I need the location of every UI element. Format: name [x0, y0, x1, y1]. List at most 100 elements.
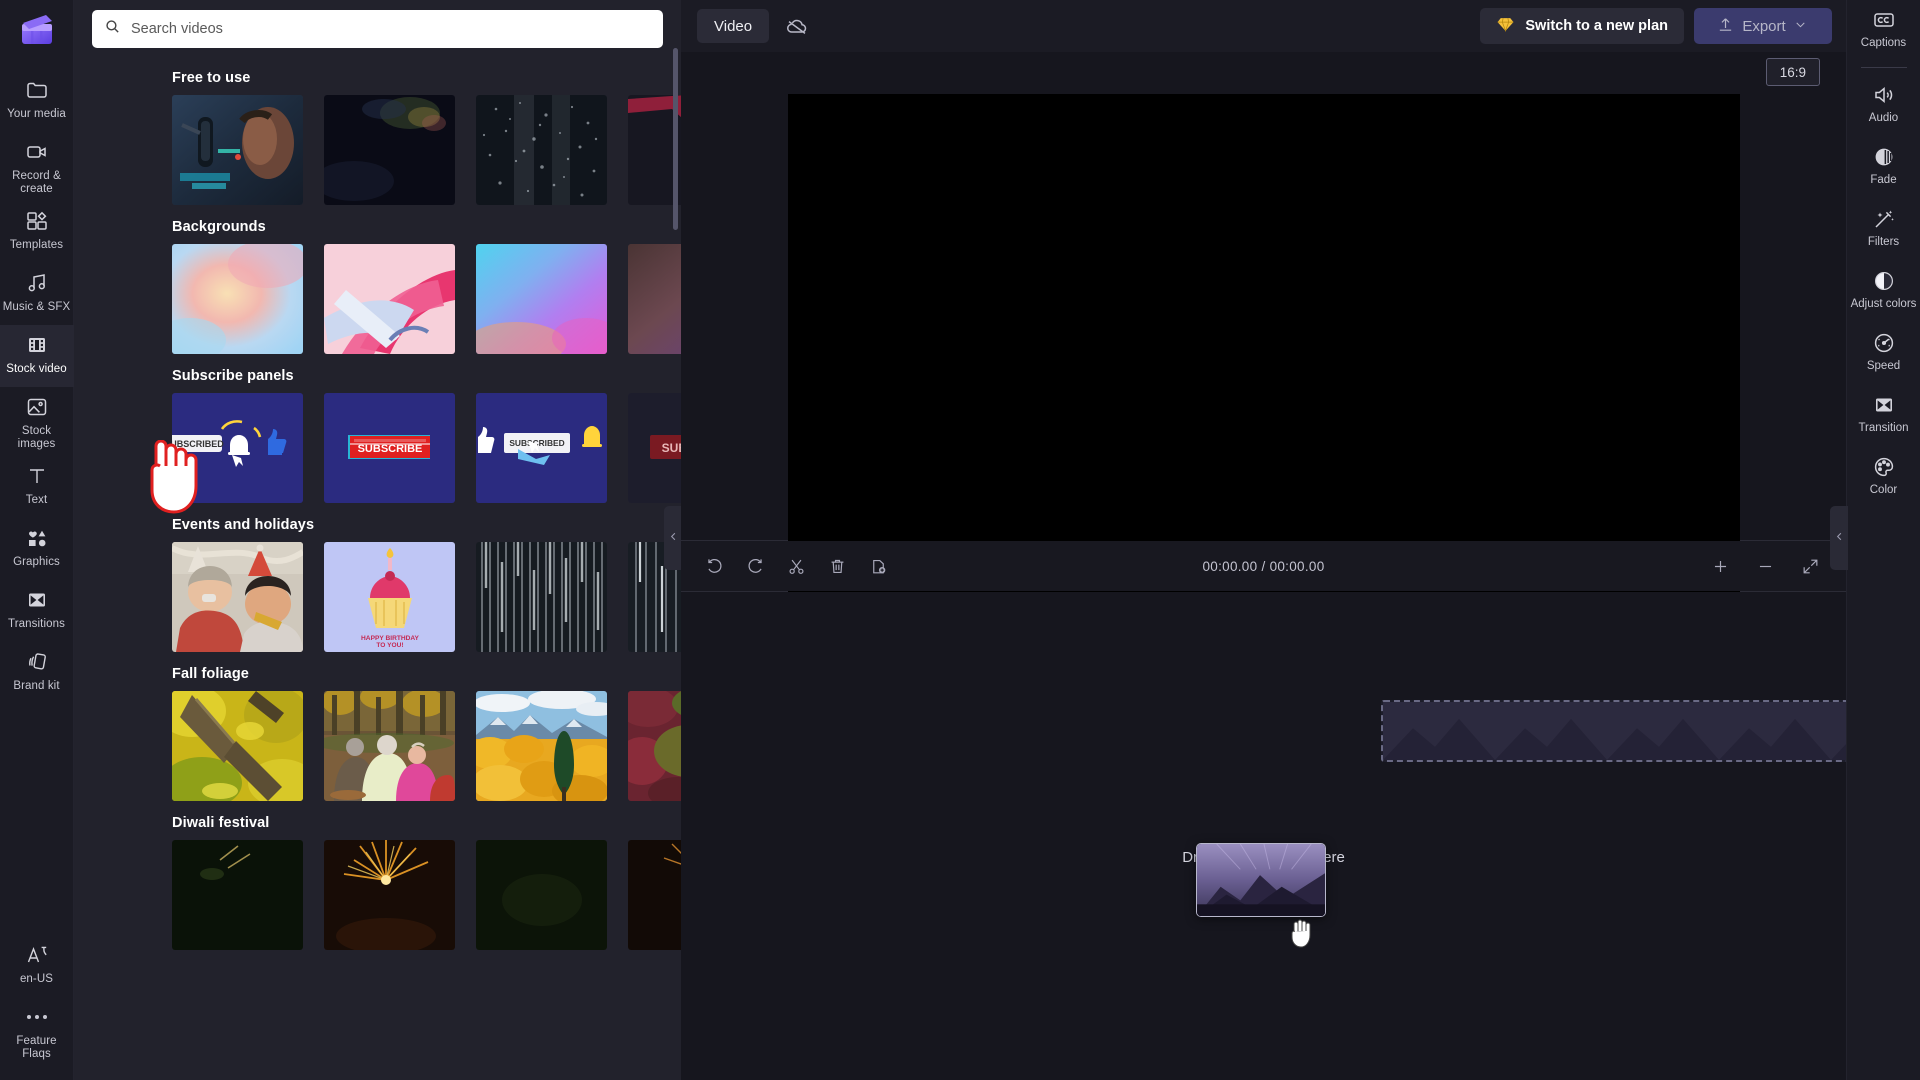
- property-item-label: Color: [1869, 484, 1898, 496]
- tile-row: [74, 95, 681, 205]
- sidebar-item-text[interactable]: Text: [0, 456, 74, 518]
- placeholder-frame: [1607, 702, 1719, 760]
- grab-hand-cursor: [1288, 916, 1316, 948]
- stock-tile-diwali-dark-lamps[interactable]: [476, 840, 607, 950]
- sidebar-item-templates[interactable]: Templates: [0, 201, 74, 263]
- sidebar-item-record-create[interactable]: Record & create: [0, 132, 74, 201]
- property-item-captions[interactable]: Captions: [1847, 0, 1920, 62]
- placeholder-frame: [1383, 702, 1495, 760]
- stock-tile-birthday-cupcake[interactable]: HAPPY BIRTHDAY TO YOU!: [324, 542, 455, 652]
- top-toolbar: Video Switch to a new plan Export: [681, 0, 1846, 52]
- property-item-transition[interactable]: Transition: [1847, 385, 1920, 447]
- stock-tile-pastel-swirl[interactable]: [172, 244, 303, 354]
- property-item-filters[interactable]: Filters: [1847, 199, 1920, 261]
- editor-main-area: Video Switch to a new plan Export 16:9 0…: [681, 0, 1846, 1080]
- stock-tile-subscribed-click[interactable]: SUBSCRIBED: [476, 393, 607, 503]
- stock-video-library-panel: Free to use: [74, 0, 681, 1080]
- library-section: Backgrounds: [74, 205, 681, 354]
- library-section: Diwali festival: [74, 801, 681, 950]
- section-title: Subscribe panels: [172, 368, 294, 384]
- sidebar-item-stock-images[interactable]: Stock images: [0, 387, 74, 456]
- switch-plan-button[interactable]: Switch to a new plan: [1480, 8, 1684, 44]
- fit-to-screen-button[interactable]: [1801, 557, 1820, 576]
- pointing-hand-cursor: [142, 439, 202, 518]
- folder-icon: [25, 78, 49, 102]
- aspect-ratio-button[interactable]: 16:9: [1765, 58, 1820, 86]
- property-item-adjust-colors[interactable]: Adjust colors: [1847, 261, 1920, 323]
- stock-tile-silver-tinsel[interactable]: [476, 542, 607, 652]
- property-item-label: Captions: [1860, 37, 1907, 49]
- stock-tile-dark-bokeh[interactable]: [324, 95, 455, 205]
- magic-wand-icon: [1872, 207, 1896, 231]
- stock-tile-blue-purple-gradient[interactable]: [476, 244, 607, 354]
- search-area: [74, 0, 681, 56]
- stock-tile-podcast-microphone[interactable]: [172, 95, 303, 205]
- property-item-label: Fade: [1870, 174, 1897, 186]
- sidebar-item-your-media[interactable]: Your media: [0, 70, 74, 132]
- property-item-fade[interactable]: Fade: [1847, 137, 1920, 199]
- property-item-speed[interactable]: Speed: [1847, 323, 1920, 385]
- stock-tile-yellow-leaves[interactable]: [172, 691, 303, 801]
- zoom-in-button[interactable]: [1711, 557, 1730, 576]
- stock-tile-diwali-sparkler[interactable]: [172, 840, 303, 950]
- film-strip-icon: [25, 333, 49, 357]
- sidebar-item-stock-video[interactable]: Stock video: [0, 325, 74, 387]
- cloud-off-icon[interactable]: [785, 14, 809, 38]
- transition-icon: [25, 588, 49, 612]
- image-icon: [25, 395, 49, 419]
- stock-tile-pink-ribbon-3d[interactable]: [324, 244, 455, 354]
- templates-icon: [25, 209, 49, 233]
- search-input[interactable]: [131, 21, 651, 37]
- fade-icon: [1872, 145, 1896, 169]
- stock-tile-grunge-texture[interactable]: [476, 95, 607, 205]
- app-logo[interactable]: [15, 10, 59, 54]
- collapse-library-panel-button[interactable]: [664, 506, 681, 570]
- section-title: Free to use: [172, 70, 251, 86]
- sidebar-item-transitions[interactable]: Transitions: [0, 580, 74, 642]
- stock-tile-diwali-firework-gold[interactable]: [324, 840, 455, 950]
- shapes-icon: [25, 526, 49, 550]
- library-scrollbar-thumb[interactable]: [673, 48, 678, 230]
- property-item-audio[interactable]: Audio: [1847, 75, 1920, 137]
- tile-row: [74, 840, 681, 950]
- duplicate-button[interactable]: [869, 557, 888, 576]
- sidebar-item-label: Feature Flaqs: [16, 1035, 57, 1060]
- sidebar-item-feature-flags[interactable]: Feature Flaqs: [0, 997, 74, 1066]
- search-box[interactable]: [92, 10, 663, 48]
- stock-tile-birthday-party[interactable]: [172, 542, 303, 652]
- palette-icon: [1872, 455, 1896, 479]
- stock-tile-family-autumn-forest[interactable]: [324, 691, 455, 801]
- library-section: Free to use: [74, 56, 681, 205]
- speaker-icon: [1872, 83, 1896, 107]
- sidebar-item-graphics[interactable]: Graphics: [0, 518, 74, 580]
- sidebar-item-brand-kit[interactable]: Brand kit: [0, 642, 74, 704]
- tile-row: [74, 244, 681, 354]
- timeline-canvas[interactable]: Drag & drop videos here: [681, 592, 1846, 1080]
- library-scroll-area[interactable]: Free to use Backgrounds Subscribe panels…: [74, 56, 681, 1080]
- sidebar-item-label: Text: [25, 494, 48, 506]
- placeholder-frame: [1831, 702, 1846, 760]
- language-icon: [25, 943, 49, 967]
- tile-row: HAPPY BIRTHDAY TO YOU!: [74, 542, 681, 652]
- sidebar-item-label: en-US: [19, 973, 54, 985]
- transition-icon: [1872, 393, 1896, 417]
- sidebar-item-language[interactable]: en-US: [0, 935, 74, 997]
- stock-tile-autumn-mountain[interactable]: [476, 691, 607, 801]
- redo-button[interactable]: [746, 557, 765, 576]
- property-item-color[interactable]: Color: [1847, 447, 1920, 509]
- project-title-chip[interactable]: Video: [697, 9, 770, 43]
- sidebar-item-label: Transitions: [8, 618, 65, 630]
- export-button[interactable]: Export: [1694, 8, 1832, 44]
- dragged-clip-preview[interactable]: [1196, 843, 1326, 917]
- zoom-out-button[interactable]: [1756, 557, 1775, 576]
- collapse-right-panel-button[interactable]: [1830, 506, 1848, 570]
- delete-button[interactable]: [828, 557, 847, 576]
- undo-button[interactable]: [705, 557, 724, 576]
- search-icon: [104, 18, 121, 40]
- sidebar-item-music-sfx[interactable]: Music & SFX: [0, 263, 74, 325]
- stock-tile-subscribe-glitch[interactable]: SUBSCRIBE: [324, 393, 455, 503]
- split-button[interactable]: [787, 557, 806, 576]
- svg-text:TO YOU!: TO YOU!: [376, 642, 403, 649]
- section-title: Fall foliage: [172, 666, 249, 682]
- timeline-drop-placeholder[interactable]: [1381, 700, 1846, 762]
